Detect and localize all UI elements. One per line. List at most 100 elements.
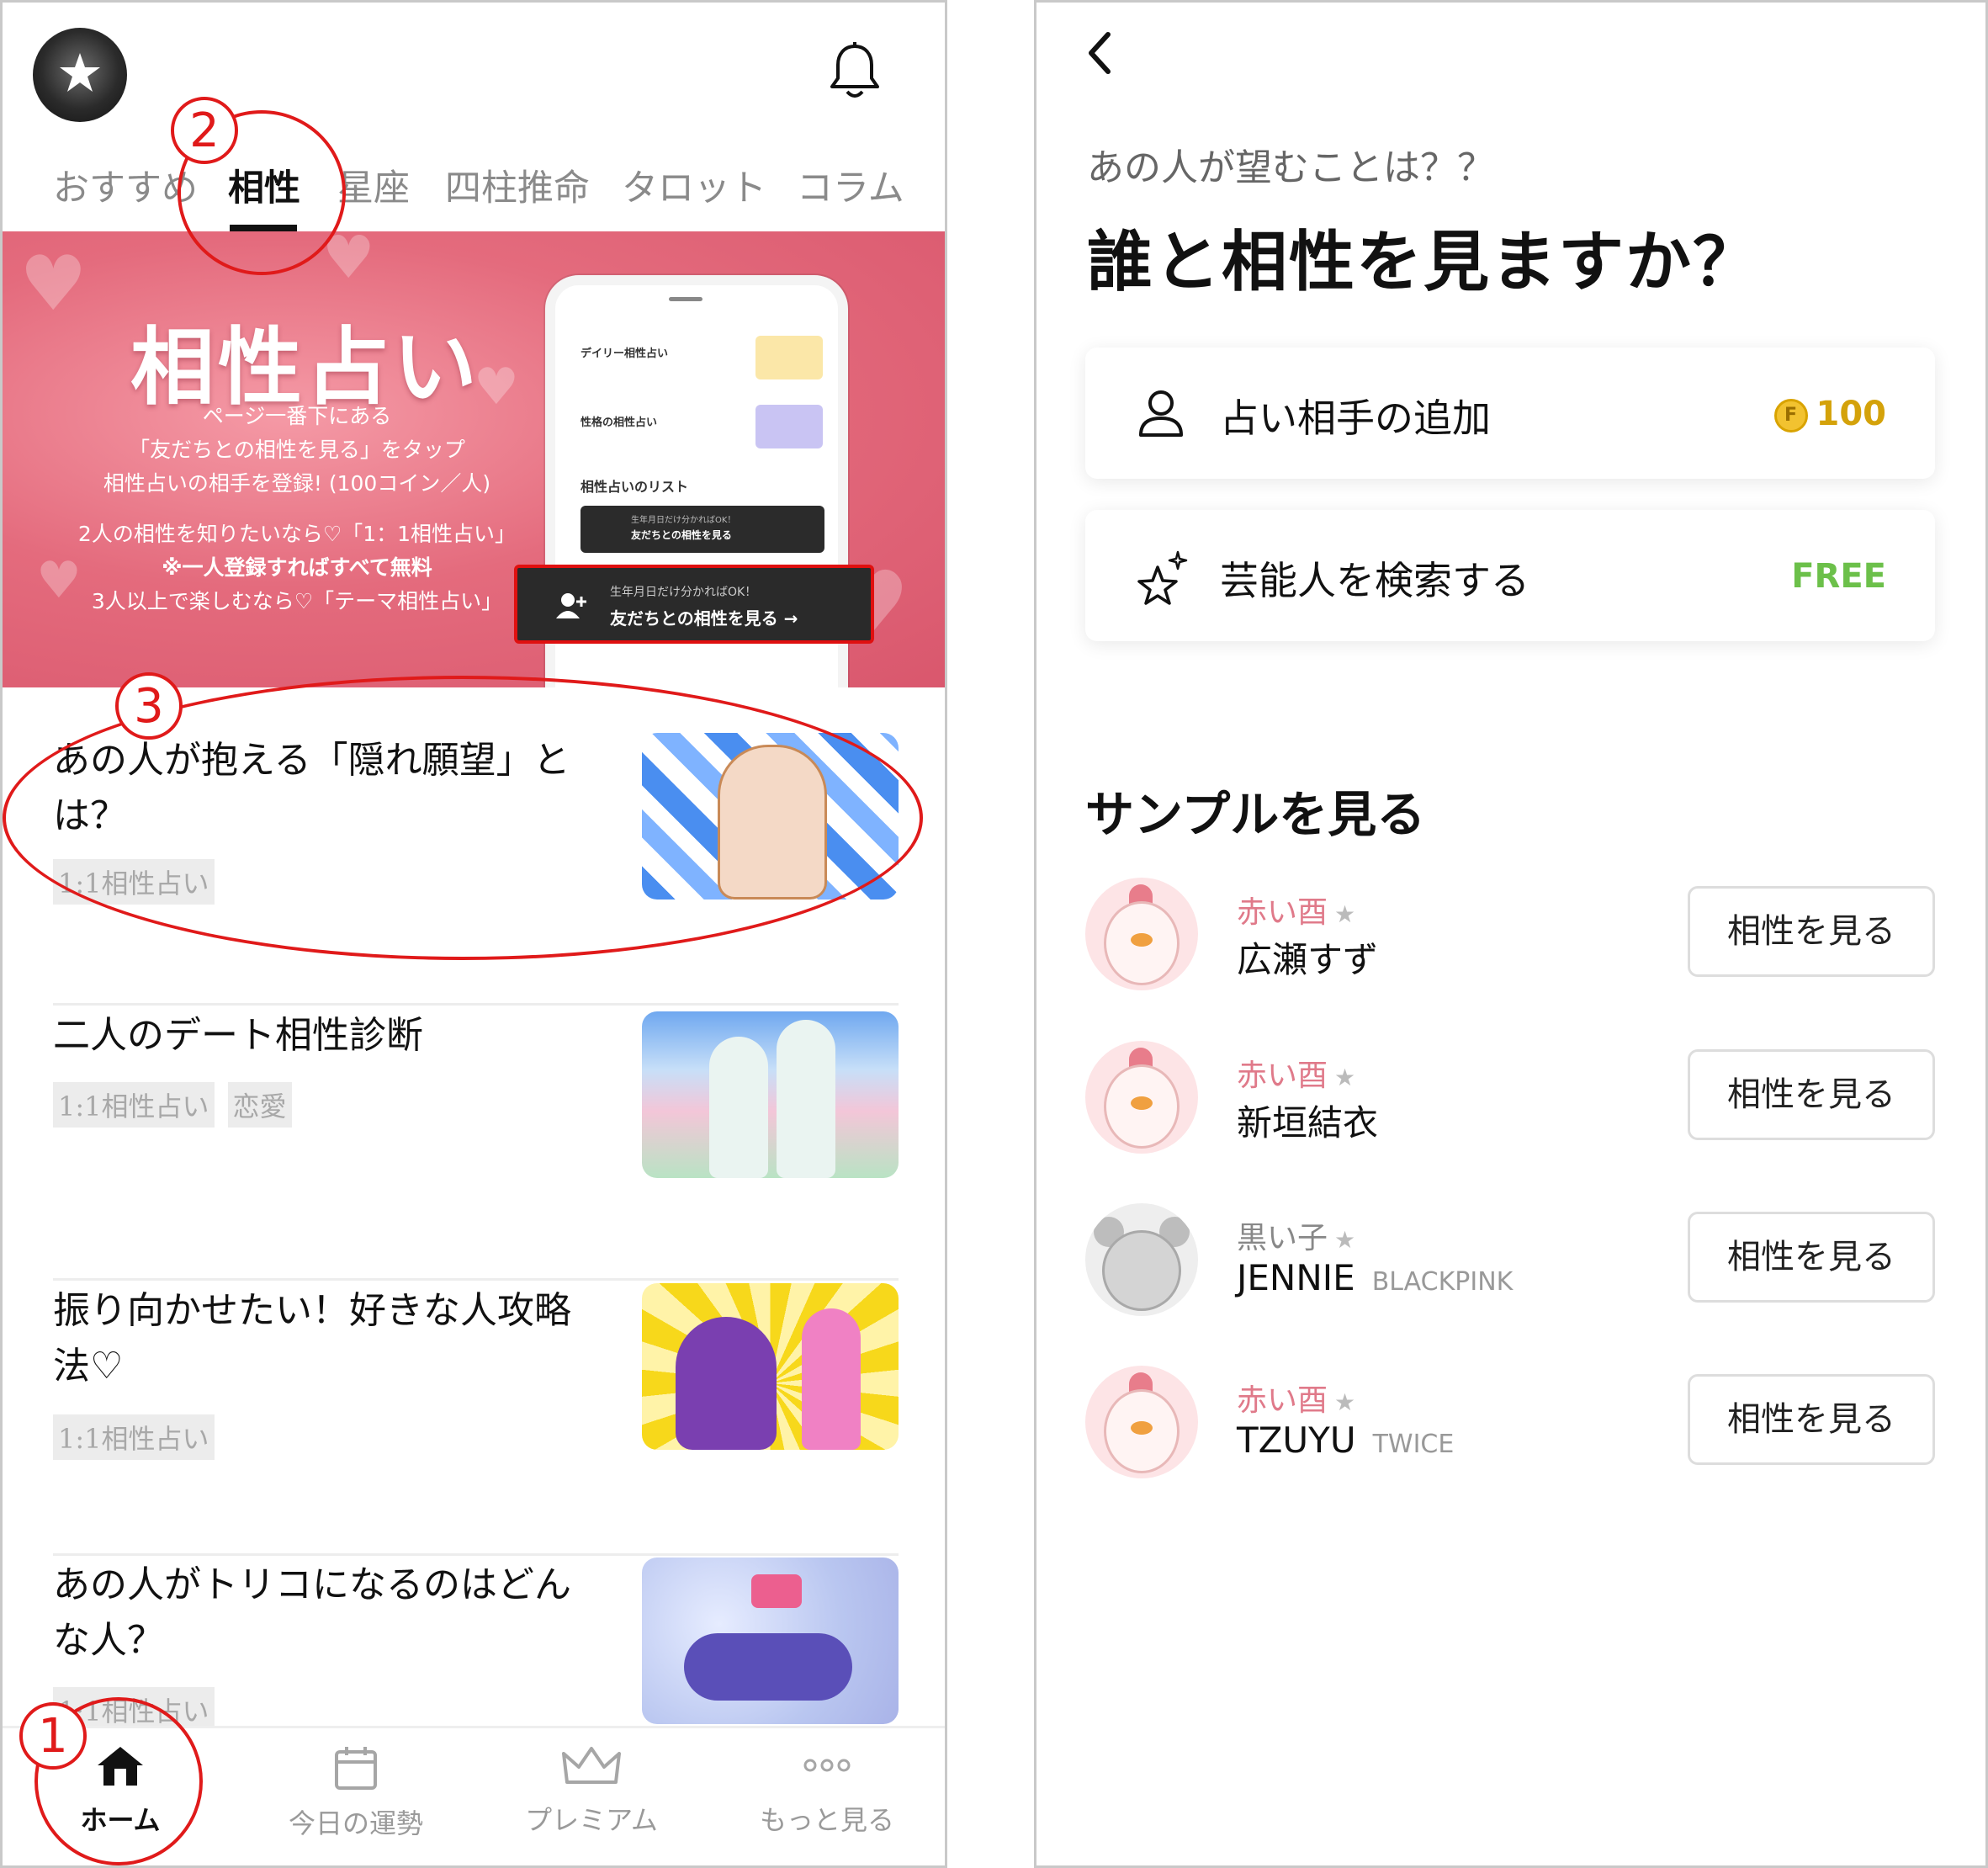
person-icon — [1139, 390, 1183, 437]
friend-compatibility-button[interactable]: 生年月日だけ分かればOK！ 友だちとの相性を見る → — [514, 565, 874, 644]
sparkle-star-icon — [1137, 550, 1188, 605]
figure-illustration — [802, 1308, 861, 1450]
sparkle-icon: ★ — [1334, 900, 1356, 928]
tag: 1:1相性占い — [53, 1082, 215, 1128]
add-user-icon — [556, 593, 586, 618]
mouse-avatar — [1085, 1203, 1198, 1316]
tab-horoscope[interactable]: 星座 — [337, 159, 410, 211]
silhouette-illustration — [777, 1020, 835, 1178]
rooster-avatar — [1085, 878, 1198, 990]
profile-avatar[interactable] — [33, 28, 127, 122]
cta-subtext: 生年月日だけ分かればOK！ — [610, 586, 757, 599]
page-title: 誰と相性を見ますか？ — [1087, 225, 1761, 300]
sample-zodiac: 黒い子 ★ — [1237, 1213, 1355, 1257]
sample-row: 黒い子 ★ JENNIE BLACKPINK 相性を見る — [1085, 1203, 1935, 1321]
article-title: 二人のデート相性診断 — [53, 1014, 423, 1057]
man-on-chair-illustration — [684, 1633, 852, 1701]
nav-label: もっと見る — [759, 1804, 894, 1836]
banner-text: 2人の相性を知りたいなら♡「1：1相性占い」 — [77, 522, 517, 546]
tab-column[interactable]: コラム — [797, 159, 904, 211]
heart-message-illustration — [751, 1574, 802, 1608]
celebrity-name: TZUYU — [1237, 1420, 1356, 1461]
sparkle-icon: ★ — [1334, 1064, 1356, 1091]
sample-name: 広瀬すず — [1237, 931, 1378, 983]
tag: 恋愛 — [227, 1082, 292, 1128]
sparkle-icon: ★ — [1334, 1226, 1356, 1254]
tab-tarot[interactable]: タロット — [622, 159, 766, 211]
annotation-number-3: 3 — [115, 672, 183, 740]
article-thumbnail — [642, 1558, 899, 1724]
article-card[interactable]: 二人のデート相性診断 1:1相性占い 恋愛 — [53, 1008, 899, 1281]
back-button[interactable] — [1083, 28, 1116, 82]
mock-dark-button: 生年月日だけ分かればOK！ 友だちとの相性を見る — [580, 506, 824, 553]
sample-name: JENNIE BLACKPINK — [1237, 1257, 1513, 1298]
nav-label: 今日の運勢 — [288, 1807, 423, 1839]
mock-list-heading: 相性占いのリスト — [580, 479, 689, 495]
view-compatibility-button[interactable]: 相性を見る — [1688, 1049, 1935, 1140]
compatibility-banner[interactable]: ♥ ♥ ♥ ♥ ♥ 相性占い ページ一番下にある 「友だちとの相性を見る」をタッ… — [3, 231, 945, 687]
mock-dark-small: 生年月日だけ分かればOK！ — [631, 516, 736, 525]
mock-thumbnail — [755, 336, 823, 379]
bell-icon[interactable] — [829, 41, 881, 105]
mock-dark-big: 友だちとの相性を見る — [631, 529, 732, 541]
more-icon — [803, 1759, 851, 1772]
page-subtitle: あの人が望むことは？？ — [1087, 146, 1494, 189]
article-thumbnail — [642, 1011, 899, 1178]
sample-row: 赤い酉 ★ 広瀬すず 相性を見る — [1085, 878, 1935, 995]
celebrity-group: TWICE — [1372, 1430, 1455, 1459]
view-compatibility-button[interactable]: 相性を見る — [1688, 1212, 1935, 1303]
tag-row: 1:1相性占い — [53, 1414, 228, 1460]
mock-thumbnail — [755, 405, 823, 448]
zodiac-label: 赤い酉 — [1237, 1383, 1328, 1418]
annotation-number-2: 2 — [171, 97, 238, 164]
zodiac-label: 赤い酉 — [1237, 895, 1328, 930]
zodiac-label: 赤い酉 — [1237, 1059, 1328, 1093]
sample-name: TZUYU TWICE — [1237, 1420, 1454, 1461]
nav-today-fortune[interactable]: 今日の運勢 — [238, 1745, 474, 1841]
nav-more[interactable]: もっと見る — [709, 1745, 945, 1838]
article-title: あの人がトリコになるのはどんな人？ — [53, 1563, 571, 1662]
heart-decoration: ♥ — [19, 240, 87, 328]
sample-row: 赤い酉 ★ TZUYU TWICE 相性を見る — [1085, 1366, 1935, 1483]
sample-zodiac: 赤い酉 ★ — [1237, 1376, 1355, 1420]
nav-label: プレミアム — [525, 1804, 658, 1836]
rooster-avatar — [1085, 1041, 1198, 1154]
partner-select-screen: あの人が望むことは？？ 誰と相性を見ますか？ 占い相手の追加 F 100 芸能人を… — [1034, 0, 1988, 1868]
annotation-number-1: 1 — [19, 1702, 87, 1770]
banner-text: 「友だちとの相性を見る」をタップ — [129, 438, 465, 462]
sample-row: 赤い酉 ★ 新垣結衣 相性を見る — [1085, 1041, 1935, 1159]
view-compatibility-button[interactable]: 相性を見る — [1688, 886, 1935, 977]
crown-icon — [562, 1747, 621, 1784]
tab-four-pillars[interactable]: 四柱推命 — [445, 159, 590, 211]
tag: 1:1相性占い — [53, 1414, 215, 1460]
home-screen: おすすめ 相性 星座 四柱推命 タロット コラム ♥ ♥ ♥ ♥ ♥ 相性占い … — [0, 0, 947, 1868]
zodiac-label: 黒い子 — [1237, 1221, 1328, 1255]
silhouette-illustration — [709, 1037, 768, 1178]
star-icon — [60, 53, 100, 92]
search-celebrity-label: 芸能人を検索する — [1220, 558, 1529, 603]
celebrity-name: JENNIE — [1237, 1257, 1355, 1298]
sample-zodiac: 赤い酉 ★ — [1237, 888, 1355, 931]
celebrity-name: 新垣結衣 — [1237, 1102, 1379, 1144]
add-partner-card[interactable]: 占い相手の追加 F 100 — [1085, 348, 1935, 479]
article-thumbnail — [642, 1283, 899, 1450]
price-free: FREE — [1791, 557, 1886, 596]
add-partner-label: 占い相手の追加 — [1220, 395, 1491, 441]
calendar-icon — [335, 1747, 377, 1790]
cta-label: 友だちとの相性を見る → — [610, 608, 798, 629]
search-celebrity-card[interactable]: 芸能人を検索する FREE — [1085, 510, 1935, 641]
woman-illustration — [676, 1317, 777, 1450]
article-card[interactable]: 振り向かせたい！好きな人攻略法♡ 1:1相性占い — [53, 1283, 899, 1556]
price-value: 100 — [1816, 395, 1887, 433]
banner-text: 3人以上で楽しむなら♡「テーマ相性占い」 — [91, 589, 503, 613]
chevron-left-icon — [1089, 32, 1111, 74]
article-title: 振り向かせたい！好きな人攻略法♡ — [53, 1289, 571, 1388]
nav-premium[interactable]: プレミアム — [474, 1745, 709, 1838]
view-compatibility-button[interactable]: 相性を見る — [1688, 1374, 1935, 1465]
mock-notch — [669, 297, 702, 301]
price: F 100 — [1773, 395, 1887, 433]
celebrity-name: 広瀬すず — [1237, 939, 1379, 980]
celebrity-group: BLACKPINK — [1371, 1267, 1514, 1297]
tab-recommended[interactable]: おすすめ — [53, 159, 198, 211]
banner-text: ページ一番下にある — [202, 404, 392, 428]
